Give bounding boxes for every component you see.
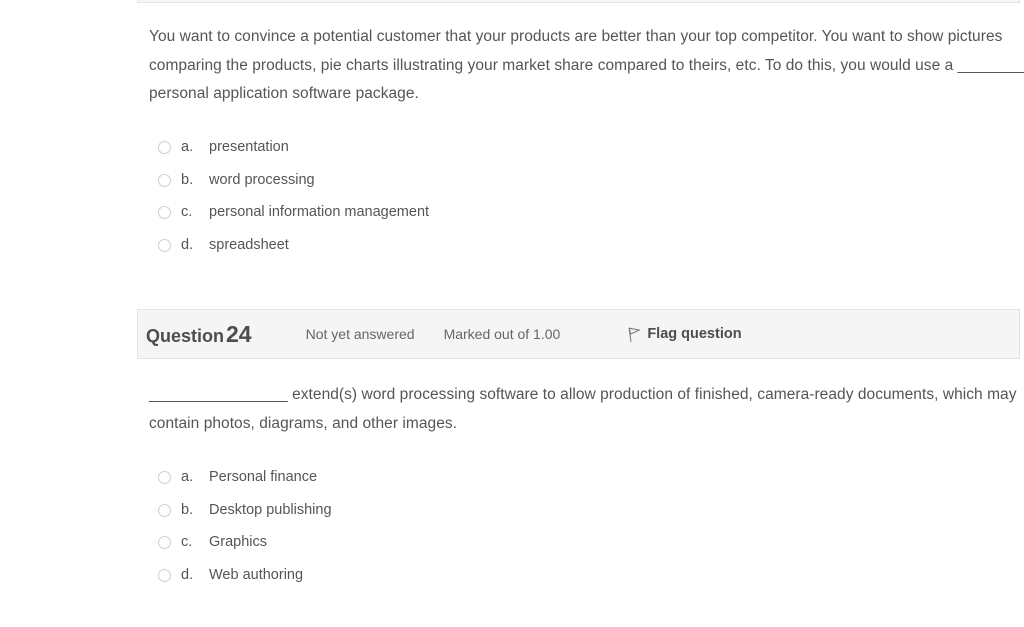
radio-button-b[interactable] (158, 173, 171, 187)
answer-option-a[interactable]: a. presentation (158, 137, 429, 170)
answer-label-d: spreadsheet (209, 236, 289, 253)
answer-letter-b: b. (181, 171, 194, 188)
question-header-24: Question24 Not yet answered Marked out o… (137, 309, 1020, 359)
flag-outline-icon (627, 327, 641, 343)
answer-letter-c: c. (181, 204, 193, 220)
answer-options-24: a. Personal finance b. Desktop publishin… (158, 467, 332, 597)
question-number-word: Question (146, 325, 225, 346)
radio-button-a[interactable] (158, 141, 171, 154)
answer-letter-b: b. (181, 501, 194, 518)
previous-question-header-tail (137, 0, 1020, 3)
radio-button-d[interactable] (158, 568, 171, 582)
answer-label-c: Graphics (209, 534, 268, 550)
question-grade: Marked out of 1.00 (443, 326, 561, 342)
answer-label-c: personal information management (209, 204, 430, 220)
question-number: Question24 (146, 321, 252, 348)
question-text-24: ________________ extend(s) word processi… (149, 386, 1017, 432)
quiz-page: You want to convince a potential custome… (0, 0, 1024, 627)
answer-letter-c: c. (181, 534, 193, 550)
radio-button-b[interactable] (158, 503, 171, 517)
answer-label-a: presentation (209, 139, 289, 155)
radio-button-c[interactable] (158, 536, 171, 549)
answer-option-b[interactable]: b. Desktop publishing (158, 500, 332, 533)
answer-option-a[interactable]: a. Personal finance (158, 467, 332, 500)
answer-label-b: word processing (209, 171, 315, 188)
radio-button-a[interactable] (158, 471, 171, 484)
answer-label-d: Web authoring (209, 566, 304, 583)
radio-button-d[interactable] (158, 238, 171, 252)
question-state: Not yet answered (305, 326, 415, 342)
answer-letter-d: d. (181, 236, 194, 253)
question-number-value: 24 (226, 320, 252, 347)
answer-option-d[interactable]: d. spreadsheet (158, 235, 429, 268)
answer-option-c[interactable]: c. personal information management (158, 202, 429, 235)
answer-option-c[interactable]: c. Graphics (158, 532, 332, 565)
question-text-23: You want to convince a potential custome… (149, 28, 1024, 102)
flag-question-button[interactable]: Flag question (627, 326, 742, 343)
answer-option-d[interactable]: d. Web authoring (158, 565, 332, 598)
answer-label-a: Personal finance (209, 469, 318, 485)
radio-button-c[interactable] (158, 206, 171, 219)
answer-letter-a: a. (181, 469, 194, 485)
answer-letter-a: a. (181, 139, 194, 155)
answer-label-b: Desktop publishing (209, 501, 332, 518)
answer-option-b[interactable]: b. word processing (158, 170, 429, 203)
answer-letter-d: d. (181, 566, 194, 583)
flag-question-label: Flag question (647, 326, 742, 342)
answer-options-23: a. presentation b. word processing c. pe… (158, 137, 429, 267)
